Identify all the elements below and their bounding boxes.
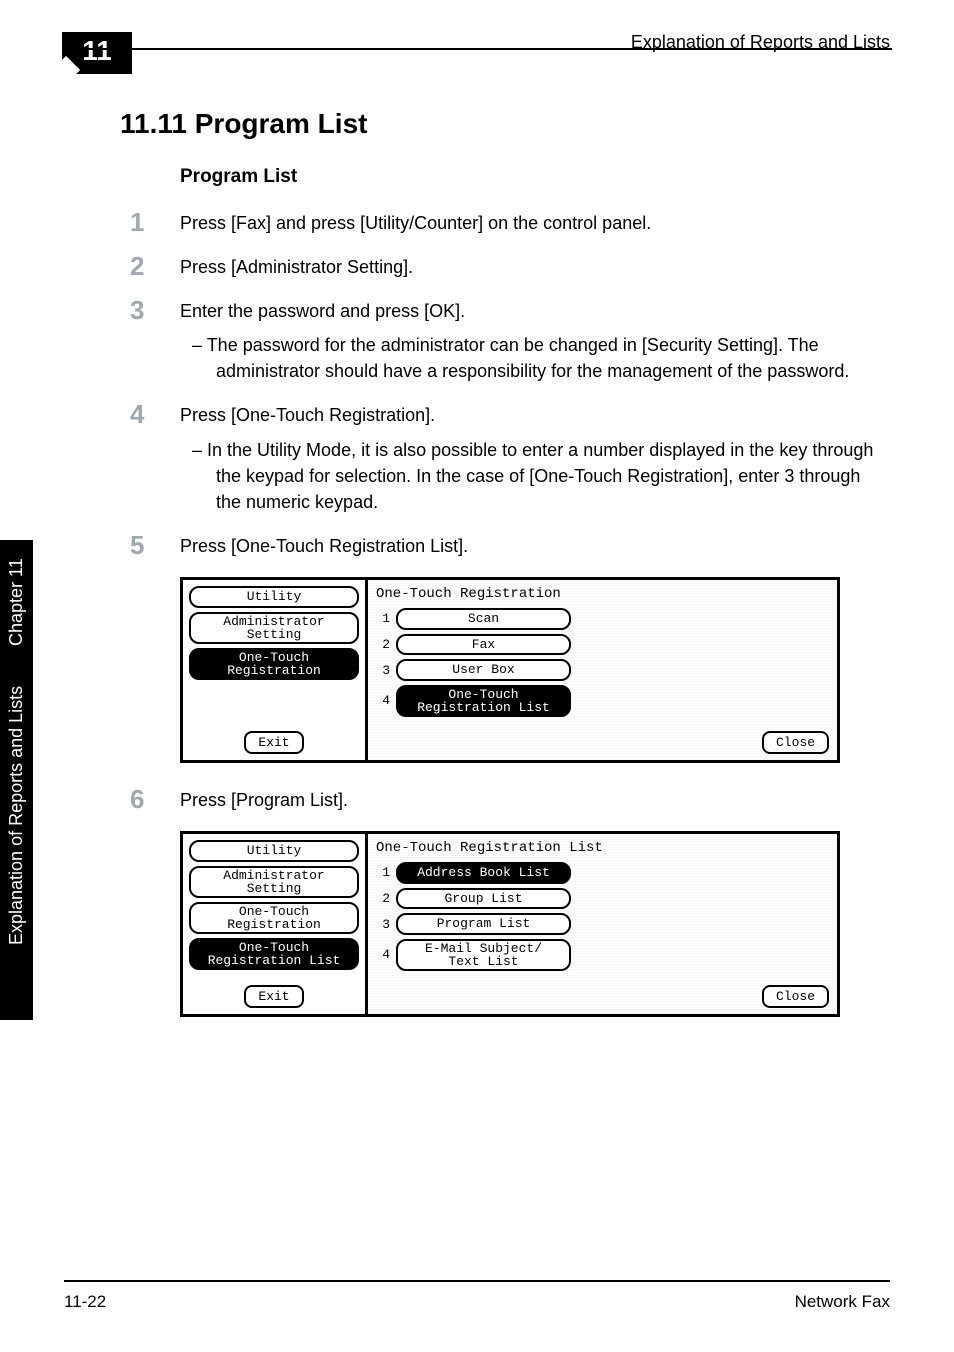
shot2-row-2: 2 Group List <box>376 888 829 910</box>
step-number: 3 <box>130 295 144 326</box>
step-6: 6 Press [Program List]. <box>180 787 890 813</box>
scan-button[interactable]: Scan <box>396 608 571 630</box>
section-heading: 11.11 Program List <box>120 108 890 140</box>
row-number: 3 <box>376 663 390 678</box>
shot1-row-3: 3 User Box <box>376 659 829 681</box>
step-4: 4 Press [One-Touch Registration]. In the… <box>180 402 890 514</box>
shot2-row-3: 3 Program List <box>376 913 829 935</box>
step-2: 2 Press [Administrator Setting]. <box>180 254 890 280</box>
user-box-button[interactable]: User Box <box>396 659 571 681</box>
shot2-right-panel: One-Touch Registration List 1 Address Bo… <box>368 834 837 1014</box>
step-text: Press [One-Touch Registration]. <box>180 402 890 428</box>
shot1-left-panel: Utility Administrator Setting One-Touch … <box>183 580 368 760</box>
shot2-row-1: 1 Address Book List <box>376 862 829 884</box>
screenshot-2: Utility Administrator Setting One-Touch … <box>180 831 840 1017</box>
screenshot-1: Utility Administrator Setting One-Touch … <box>180 577 840 763</box>
row-number: 1 <box>376 865 390 880</box>
close-button[interactable]: Close <box>762 731 829 754</box>
row-number: 1 <box>376 611 390 626</box>
step-text: Enter the password and press [OK]. <box>180 298 890 324</box>
fax-button[interactable]: Fax <box>396 634 571 656</box>
exit-button[interactable]: Exit <box>244 985 303 1008</box>
sidebar-chapter-label: Chapter 11 <box>6 558 27 646</box>
one-touch-registration-pill[interactable]: One-Touch Registration <box>189 902 359 934</box>
step-number: 2 <box>130 251 144 282</box>
admin-setting-pill[interactable]: Administrator Setting <box>189 866 359 898</box>
page-footer: 11-22 Network Fax <box>64 1280 890 1312</box>
address-book-list-button[interactable]: Address Book List <box>396 862 571 884</box>
row-number: 3 <box>376 917 390 932</box>
row-number: 4 <box>376 947 390 962</box>
step-subtext: The password for the administrator can b… <box>216 332 890 384</box>
page-number: 11-22 <box>64 1292 106 1312</box>
shot1-title: One-Touch Registration <box>376 586 829 602</box>
step-number: 1 <box>130 207 144 238</box>
step-5: 5 Press [One-Touch Registration List]. <box>180 533 890 559</box>
row-number: 2 <box>376 891 390 906</box>
main-content: 11.11 Program List Program List 1 Press … <box>120 108 890 1017</box>
step-text: Press [Administrator Setting]. <box>180 254 890 280</box>
step-3: 3 Enter the password and press [OK]. The… <box>180 298 890 384</box>
step-number: 4 <box>130 399 144 430</box>
shot2-title: One-Touch Registration List <box>376 840 829 856</box>
step-subtext: In the Utility Mode, it is also possible… <box>216 437 890 515</box>
program-list-button[interactable]: Program List <box>396 913 571 935</box>
shot2-left-panel: Utility Administrator Setting One-Touch … <box>183 834 368 1014</box>
exit-button[interactable]: Exit <box>244 731 303 754</box>
shot1-row-1: 1 Scan <box>376 608 829 630</box>
sidebar-tab: Explanation of Reports and Lists Chapter… <box>0 540 33 1020</box>
step-text: Press [Fax] and press [Utility/Counter] … <box>180 210 890 236</box>
one-touch-reg-list-pill[interactable]: One-Touch Registration List <box>189 938 359 970</box>
email-subject-text-list-button[interactable]: E-Mail Subject/ Text List <box>396 939 571 971</box>
step-number: 6 <box>130 784 144 815</box>
chapter-number-block: 11 <box>62 32 132 74</box>
step-text: Press [Program List]. <box>180 787 890 813</box>
close-button[interactable]: Close <box>762 985 829 1008</box>
subsection-heading: Program List <box>180 166 890 188</box>
utility-pill[interactable]: Utility <box>189 840 359 862</box>
header-rule <box>62 48 892 50</box>
utility-pill[interactable]: Utility <box>189 586 359 608</box>
group-list-button[interactable]: Group List <box>396 888 571 910</box>
row-number: 2 <box>376 637 390 652</box>
row-number: 4 <box>376 693 390 708</box>
shot1-right-panel: One-Touch Registration 1 Scan 2 Fax 3 Us… <box>368 580 837 760</box>
step-number: 5 <box>130 530 144 561</box>
sidebar-text: Explanation of Reports and Lists <box>6 686 27 945</box>
doc-title-footer: Network Fax <box>795 1292 890 1312</box>
admin-setting-pill[interactable]: Administrator Setting <box>189 612 359 644</box>
step-text: Press [One-Touch Registration List]. <box>180 533 890 559</box>
chapter-number: 11 <box>82 35 112 67</box>
one-touch-registration-pill[interactable]: One-Touch Registration <box>189 648 359 680</box>
one-touch-reg-list-button[interactable]: One-Touch Registration List <box>396 685 571 717</box>
shot1-row-2: 2 Fax <box>376 634 829 656</box>
step-1: 1 Press [Fax] and press [Utility/Counter… <box>180 210 890 236</box>
shot1-row-4: 4 One-Touch Registration List <box>376 685 829 717</box>
shot2-row-4: 4 E-Mail Subject/ Text List <box>376 939 829 971</box>
